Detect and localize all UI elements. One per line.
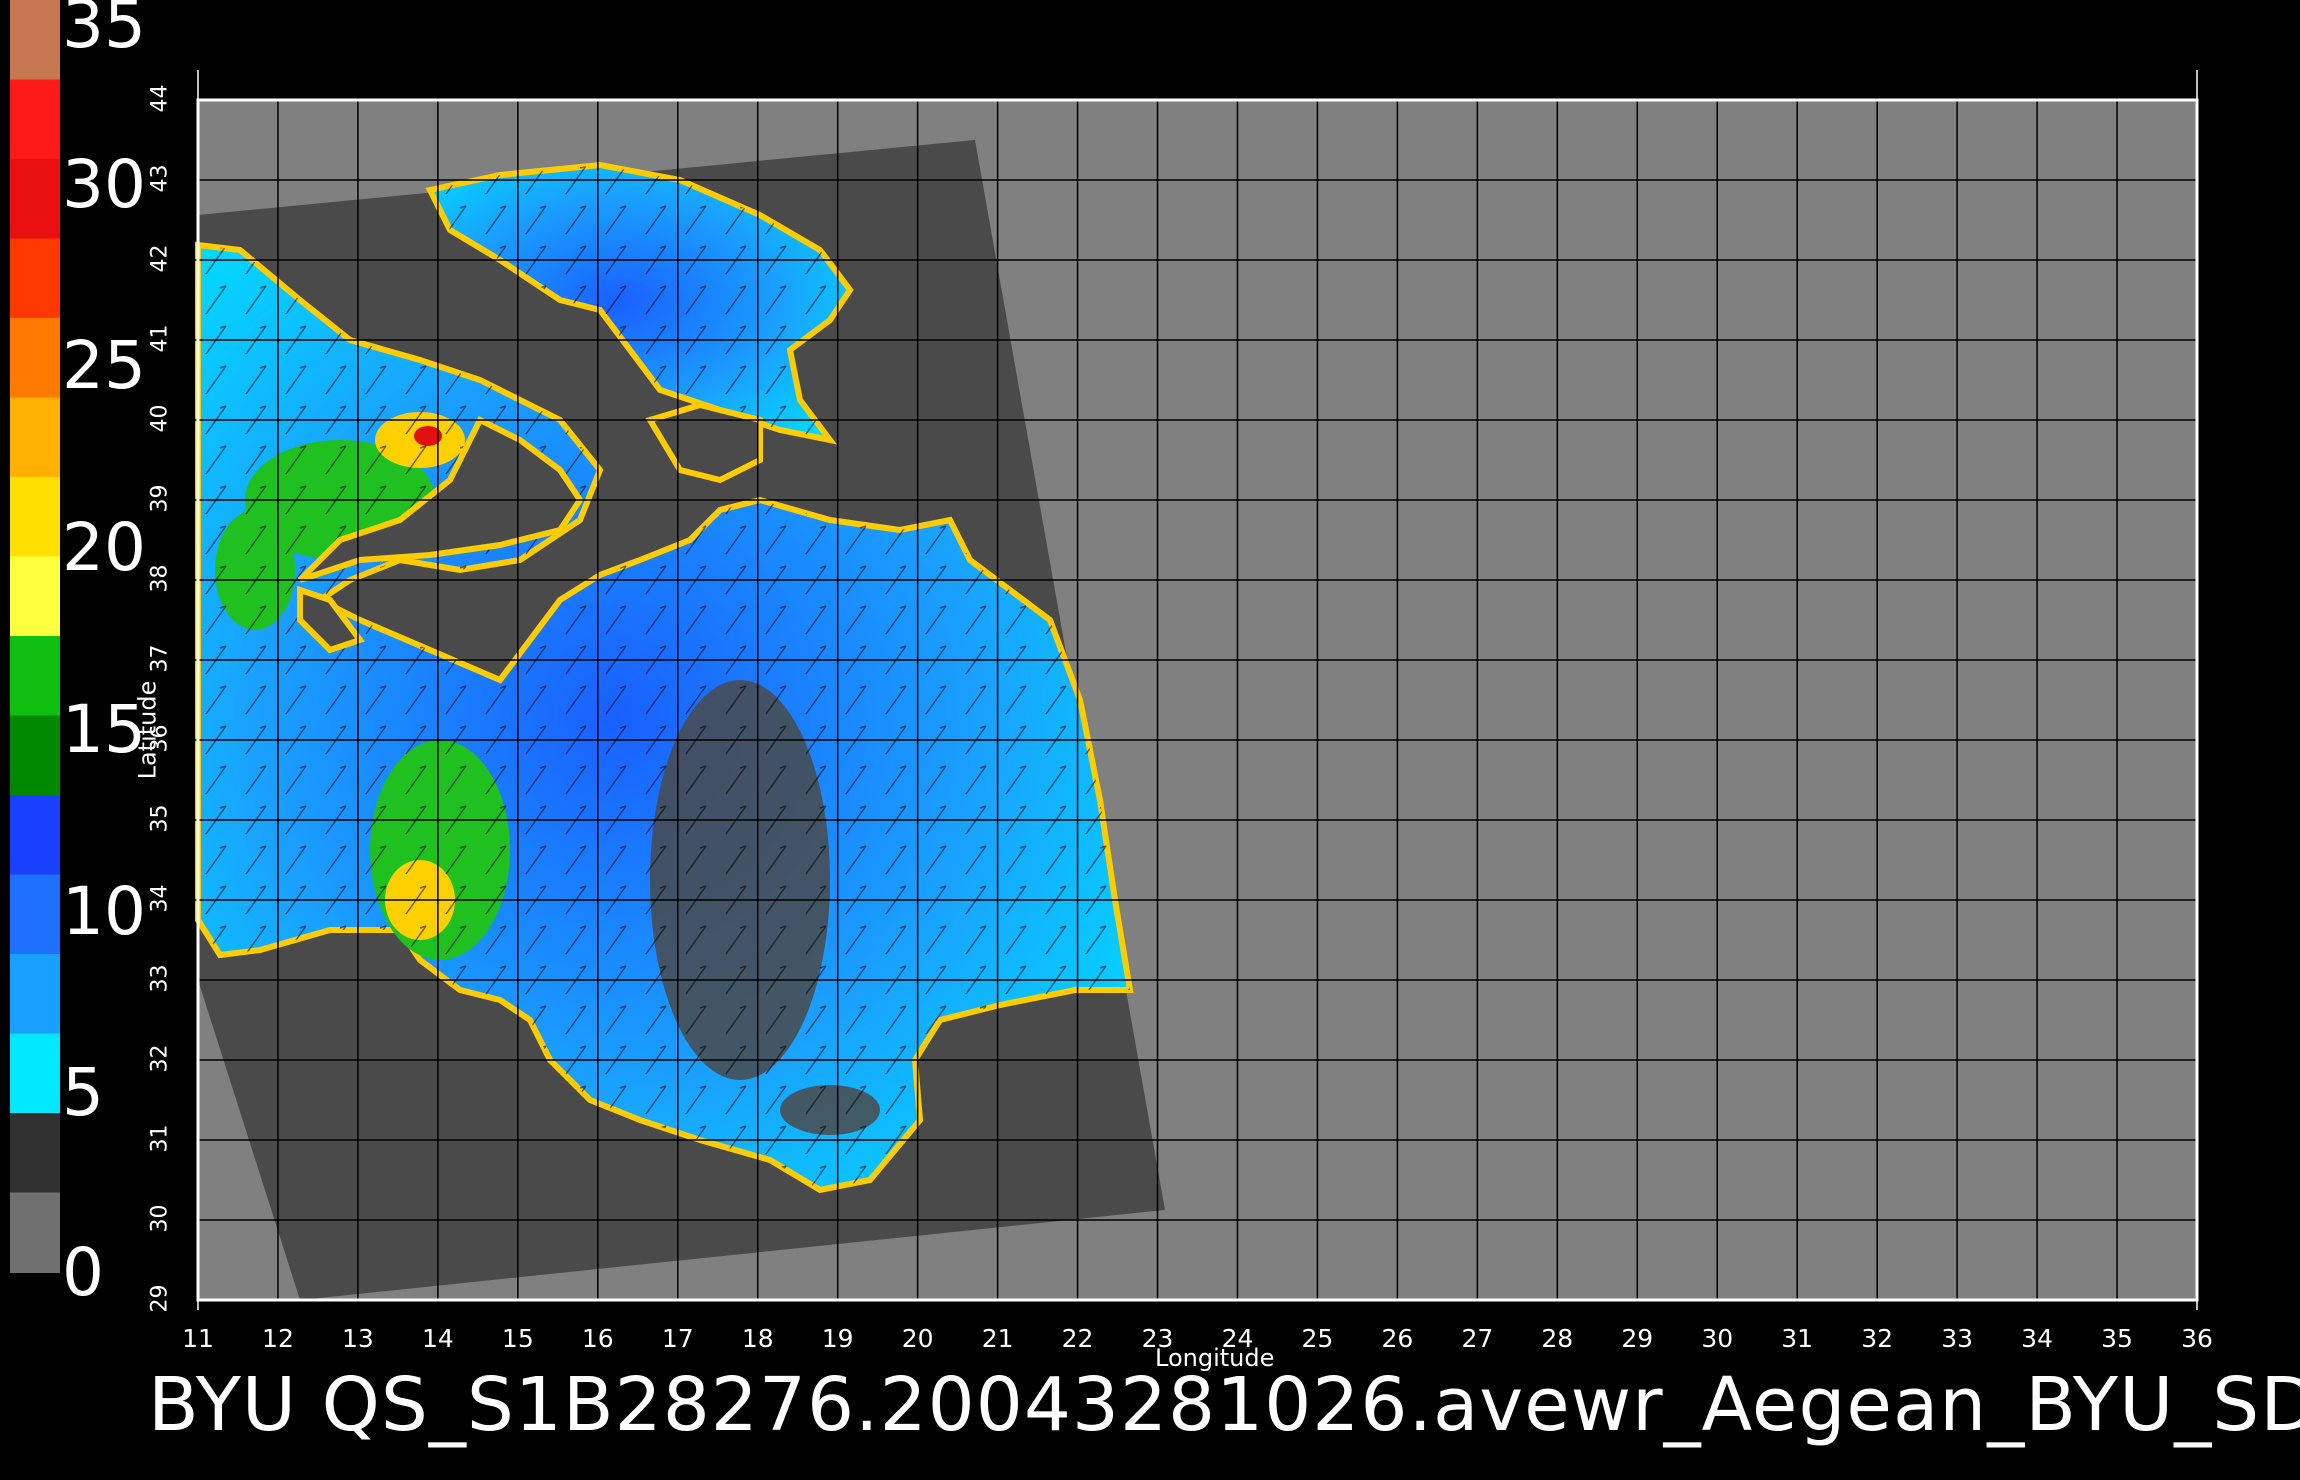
longitude-tick: 18 bbox=[741, 1324, 774, 1353]
longitude-tick: 11 bbox=[182, 1324, 214, 1353]
longitude-tick: 31 bbox=[1781, 1324, 1814, 1353]
longitude-tick: 21 bbox=[981, 1324, 1014, 1353]
colorbar-segment bbox=[10, 1033, 60, 1114]
longitude-tick: 17 bbox=[661, 1324, 694, 1353]
colorbar-segment bbox=[10, 0, 60, 81]
colorbar-segment bbox=[10, 715, 60, 796]
y-axis-title: Latitude bbox=[133, 680, 162, 780]
longitude-tick: 16 bbox=[581, 1324, 614, 1353]
longitude-tick: 15 bbox=[501, 1324, 534, 1353]
colorbar-tick-label: 10 bbox=[62, 872, 146, 950]
colorbar-segment bbox=[10, 636, 60, 717]
longitude-tick: 29 bbox=[1621, 1324, 1654, 1353]
colorbar-segment bbox=[10, 477, 60, 558]
longitude-tick: 33 bbox=[1941, 1324, 1974, 1353]
colorbar-segment bbox=[10, 1192, 60, 1273]
longitude-tick: 25 bbox=[1301, 1324, 1334, 1353]
latitude-tick: 38 bbox=[147, 564, 173, 593]
colorbar-segment bbox=[10, 238, 60, 319]
longitude-tick: 20 bbox=[901, 1324, 934, 1353]
latitude-tick: 32 bbox=[147, 1044, 173, 1073]
latitude-tick: 34 bbox=[147, 884, 173, 913]
longitude-tick: 36 bbox=[2181, 1324, 2213, 1353]
longitude-tick: 12 bbox=[262, 1324, 294, 1353]
colorbar-tick-label: 20 bbox=[62, 509, 146, 587]
latitude-tick: 41 bbox=[147, 324, 173, 353]
longitude-tick: 14 bbox=[421, 1324, 454, 1353]
longitude-tick: 26 bbox=[1381, 1324, 1414, 1353]
latitude-tick: 35 bbox=[147, 804, 173, 833]
colorbar-segment bbox=[10, 79, 60, 160]
latitude-tick: 31 bbox=[147, 1124, 173, 1153]
colorbar-tick-label: 5 bbox=[62, 1054, 104, 1132]
colorbar-tick-label: 0 bbox=[62, 1234, 104, 1311]
colorbar-segment bbox=[10, 954, 60, 1035]
latitude-tick: 42 bbox=[147, 244, 173, 273]
product-title: BYU QS_S1B28276.20043281026.avewr_Aegean… bbox=[148, 1362, 2300, 1448]
longitude-tick: 22 bbox=[1061, 1324, 1094, 1353]
longitude-tick: 30 bbox=[1701, 1324, 1734, 1353]
latitude-tick: 43 bbox=[147, 164, 173, 193]
latitude-tick: 44 bbox=[147, 84, 173, 113]
colorbar-segment bbox=[10, 556, 60, 637]
longitude-tick: 35 bbox=[2101, 1324, 2133, 1353]
longitude-tick: 34 bbox=[2021, 1324, 2053, 1353]
colorbar-segment bbox=[10, 1113, 60, 1194]
colorbar bbox=[10, 0, 60, 1273]
colorbar-segment bbox=[10, 159, 60, 240]
latitude-tick: 39 bbox=[147, 484, 173, 513]
latitude-tick: 33 bbox=[147, 964, 173, 993]
latitude-tick: 29 bbox=[147, 1284, 173, 1313]
colorbar-segment bbox=[10, 397, 60, 478]
longitude-tick: 28 bbox=[1541, 1324, 1574, 1353]
colorbar-segment bbox=[10, 318, 60, 399]
colorbar-segment bbox=[10, 795, 60, 876]
longitude-tick: 32 bbox=[1861, 1324, 1894, 1353]
colorbar-tick-label: 25 bbox=[62, 327, 146, 405]
colorbar-tick-label: 35 bbox=[62, 0, 146, 63]
wind-map bbox=[10, 0, 2227, 1310]
latitude-tick: 37 bbox=[147, 644, 173, 673]
longitude-tick: 27 bbox=[1461, 1324, 1494, 1353]
latitude-tick: 40 bbox=[147, 404, 173, 433]
colorbar-segment bbox=[10, 874, 60, 955]
colorbar-tick-label: 30 bbox=[62, 145, 146, 223]
longitude-tick: 13 bbox=[342, 1324, 374, 1353]
longitude-tick: 19 bbox=[821, 1324, 854, 1353]
latitude-tick: 30 bbox=[147, 1204, 173, 1233]
